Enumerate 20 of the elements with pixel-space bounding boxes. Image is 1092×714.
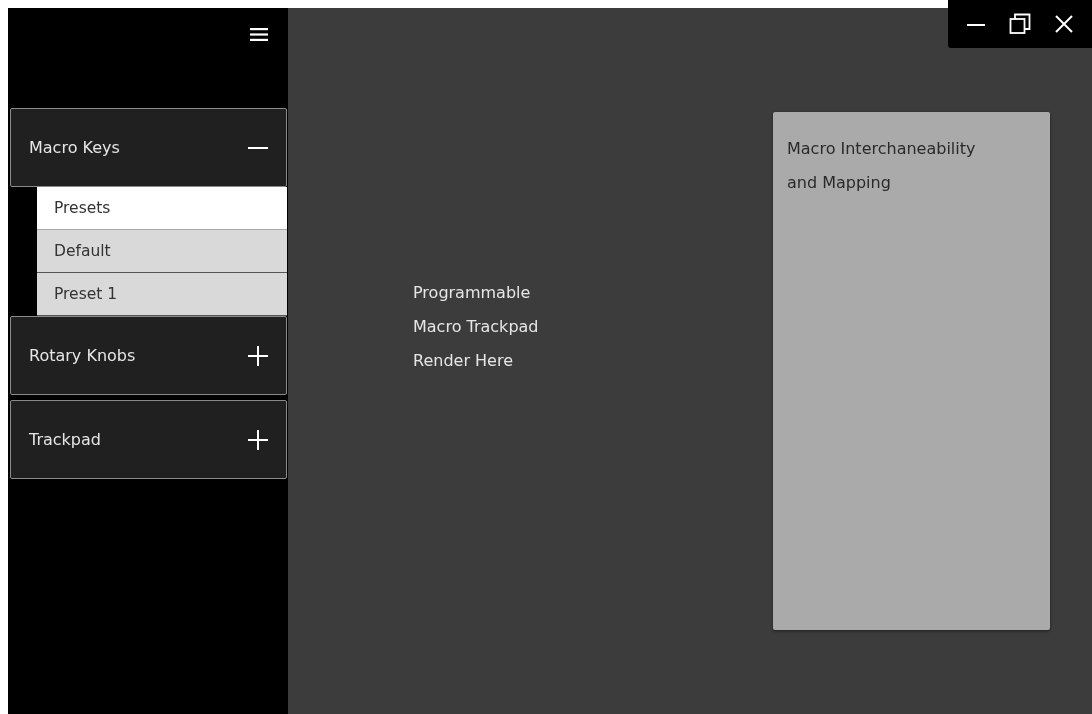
close-icon[interactable] [1054, 14, 1075, 34]
accordion-header[interactable]: Macro Keys [10, 108, 287, 187]
preset-item[interactable]: Preset 1 [37, 273, 287, 316]
placeholder-text: Programmable [413, 282, 532, 304]
plus-icon [248, 345, 268, 366]
menu-icon[interactable] [250, 28, 268, 41]
restore-icon[interactable] [1009, 13, 1031, 35]
accordion-header[interactable]: Rotary Knobs [10, 316, 287, 395]
panel-title: Macro Interchaneability [787, 138, 977, 160]
preset-item[interactable]: Presets [37, 187, 287, 230]
accordion-header[interactable]: Trackpad [10, 400, 287, 479]
plus-icon [248, 429, 268, 450]
panel-title: and Mapping [787, 172, 892, 194]
placeholder-text: Macro Trackpad [413, 316, 540, 338]
preset-item[interactable]: Default [37, 230, 287, 273]
placeholder-text: Render Here [413, 350, 514, 372]
section-label: Trackpad [29, 430, 101, 449]
section-label: Macro Keys [29, 138, 120, 157]
section-label: Rotary Knobs [29, 346, 136, 365]
minus-icon [248, 146, 268, 149]
